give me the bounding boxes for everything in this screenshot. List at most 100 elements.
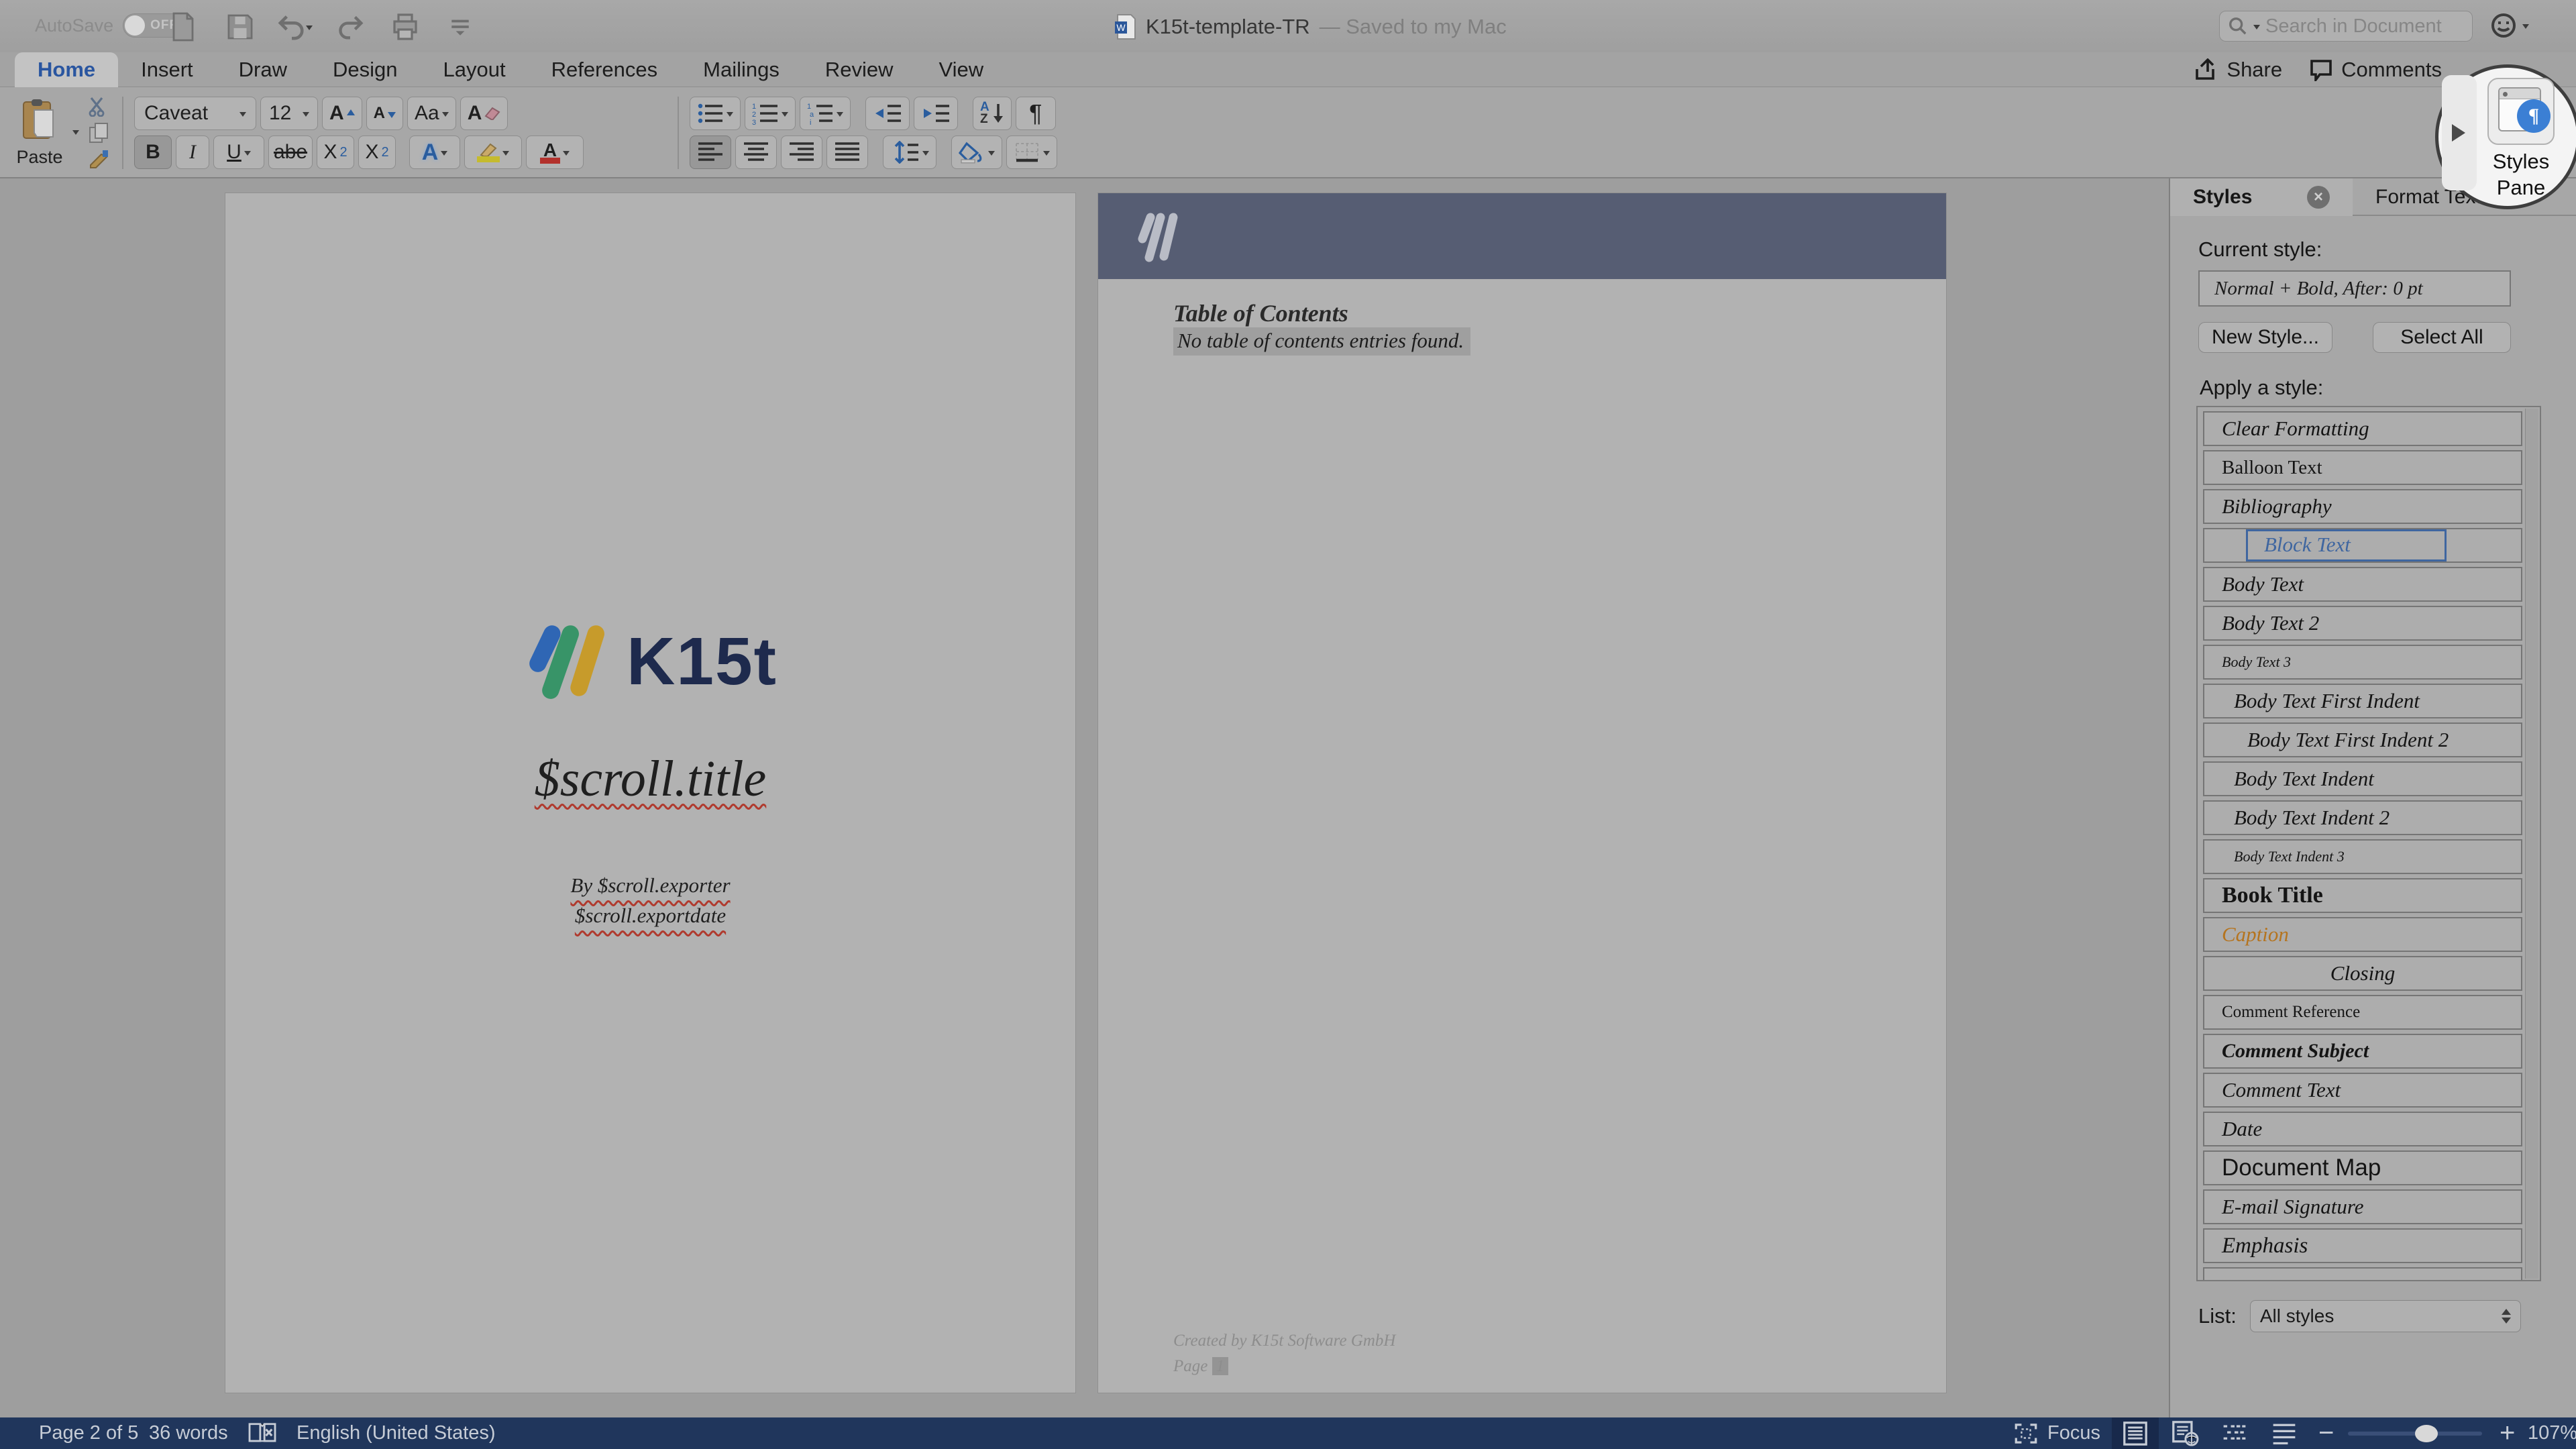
style-list-item[interactable]: Block Text: [2203, 528, 2522, 563]
paste-button[interactable]: Paste: [11, 95, 68, 170]
line-spacing-button[interactable]: [883, 136, 936, 169]
font-size-select[interactable]: 12: [260, 97, 318, 130]
highlight-button[interactable]: [464, 136, 522, 169]
superscript-button[interactable]: X2: [358, 136, 396, 169]
borders-button[interactable]: [1006, 136, 1057, 169]
undo-icon[interactable]: [278, 11, 313, 43]
bullets-button[interactable]: [690, 97, 741, 130]
style-list-item[interactable]: Book Title: [2203, 878, 2522, 913]
text-effects-button[interactable]: A: [409, 136, 460, 169]
copy-icon[interactable]: [89, 122, 109, 144]
bold-button[interactable]: B: [134, 136, 172, 169]
shading-button[interactable]: [951, 136, 1002, 169]
style-list-item[interactable]: E-mail Signature: [2203, 1189, 2522, 1224]
styles-pane-button[interactable]: ¶: [2487, 78, 2555, 145]
multilevel-list-button[interactable]: 1ai: [800, 97, 851, 130]
ribbon-tab[interactable]: Review: [802, 52, 916, 87]
zoom-level[interactable]: 107%: [2528, 1417, 2576, 1449]
search-input[interactable]: Search in Document: [2219, 11, 2473, 42]
subscript-button[interactable]: X2: [317, 136, 354, 169]
clear-formatting-button[interactable]: A: [460, 97, 508, 130]
italic-button[interactable]: I: [176, 136, 209, 169]
proofing-status-icon[interactable]: [247, 1417, 278, 1449]
align-left-button[interactable]: [690, 136, 731, 169]
zoom-slider[interactable]: [2348, 1432, 2482, 1436]
ribbon-tab[interactable]: Layout: [421, 52, 529, 87]
redo-icon[interactable]: [333, 11, 368, 43]
document-canvas[interactable]: K15t $scroll.title By $scroll.exporter $…: [0, 178, 2169, 1417]
change-case-button[interactable]: Aa: [407, 97, 456, 130]
select-all-button[interactable]: Select All: [2373, 322, 2511, 353]
document-page-2[interactable]: Table of Contents No table of contents e…: [1097, 193, 1947, 1393]
share-button[interactable]: Share: [2194, 58, 2282, 82]
zoom-in-button[interactable]: +: [2500, 1417, 2515, 1449]
print-layout-view-button[interactable]: [2112, 1417, 2159, 1449]
toc-empty-message[interactable]: No table of contents entries found.: [1173, 327, 1470, 356]
word-count[interactable]: 36 words: [149, 1417, 228, 1449]
style-list-item[interactable]: Comment Reference: [2203, 995, 2522, 1030]
style-list-item[interactable]: Bibliography: [2203, 489, 2522, 524]
style-list-item[interactable]: Body Text 3: [2203, 645, 2522, 680]
align-right-button[interactable]: [781, 136, 822, 169]
increase-indent-button[interactable]: [914, 97, 958, 130]
page-count[interactable]: Page 2 of 5: [39, 1417, 138, 1449]
zoom-out-button[interactable]: −: [2318, 1417, 2334, 1449]
web-layout-view-button[interactable]: [2161, 1417, 2208, 1449]
page2-footer[interactable]: Created by K15t Software GmbH Page 1: [1173, 1328, 1395, 1379]
undo-dropdown-icon[interactable]: [306, 25, 313, 34]
style-list-item[interactable]: Body Text First Indent: [2203, 684, 2522, 718]
style-list-item[interactable]: Emphasis: [2203, 1228, 2522, 1263]
style-list-item[interactable]: Comment Text: [2203, 1073, 2522, 1108]
new-document-icon[interactable]: [168, 11, 203, 43]
save-icon[interactable]: [223, 11, 258, 43]
style-list-item[interactable]: Balloon Text: [2203, 450, 2522, 485]
align-center-button[interactable]: [735, 136, 777, 169]
style-list-item[interactable]: Clear Formatting: [2203, 411, 2522, 446]
draft-view-button[interactable]: [2261, 1417, 2308, 1449]
panel-close-icon[interactable]: ×: [2307, 186, 2330, 209]
decrease-indent-button[interactable]: [865, 97, 910, 130]
list-filter-select[interactable]: All styles: [2250, 1300, 2521, 1332]
style-list-item[interactable]: [2203, 1267, 2522, 1281]
style-list-item[interactable]: Body Text Indent: [2203, 761, 2522, 796]
font-name-select[interactable]: Caveat: [134, 97, 256, 130]
search-scope-icon[interactable]: [2253, 25, 2260, 33]
language-status[interactable]: English (United States): [297, 1417, 496, 1449]
sort-button[interactable]: AZ: [973, 97, 1012, 130]
ribbon-tab[interactable]: View: [916, 52, 1007, 87]
grow-font-button[interactable]: A: [322, 97, 362, 130]
style-list-item[interactable]: Date: [2203, 1112, 2522, 1146]
style-list-item[interactable]: Caption: [2203, 917, 2522, 952]
document-byline[interactable]: By $scroll.exporter $scroll.exportdate: [225, 871, 1075, 931]
strikethrough-button[interactable]: abe: [268, 136, 313, 169]
style-list-item[interactable]: Document Map: [2203, 1150, 2522, 1185]
format-painter-icon[interactable]: [88, 149, 109, 169]
font-color-button[interactable]: A: [526, 136, 584, 169]
cut-icon[interactable]: [87, 97, 110, 117]
style-list-scrollbar[interactable]: [2525, 409, 2538, 1279]
feedback-button[interactable]: [2490, 12, 2529, 39]
style-list-item[interactable]: Body Text: [2203, 567, 2522, 602]
ribbon-tab[interactable]: References: [529, 52, 681, 87]
underline-button[interactable]: U: [213, 136, 264, 169]
paste-dropdown-icon[interactable]: [72, 130, 79, 138]
focus-button[interactable]: Focus: [2012, 1417, 2100, 1449]
document-title-placeholder[interactable]: $scroll.title: [225, 750, 1075, 808]
panel-tab-styles[interactable]: Styles ×: [2170, 178, 2353, 216]
ribbon-tab[interactable]: Draw: [216, 52, 310, 87]
show-marks-button[interactable]: ¶: [1016, 97, 1056, 130]
outline-view-button[interactable]: [2211, 1417, 2258, 1449]
ribbon-tab[interactable]: Design: [310, 52, 421, 87]
zoom-slider-thumb[interactable]: [2415, 1425, 2438, 1442]
toc-heading[interactable]: Table of Contents: [1173, 299, 1348, 327]
style-list-item[interactable]: Body Text Indent 3: [2203, 839, 2522, 874]
style-list-item[interactable]: Body Text 2: [2203, 606, 2522, 641]
document-page-1[interactable]: K15t $scroll.title By $scroll.exporter $…: [225, 193, 1076, 1393]
shrink-font-button[interactable]: A: [366, 97, 403, 130]
ribbon-tab[interactable]: Mailings: [680, 52, 802, 87]
new-style-button[interactable]: New Style...: [2198, 322, 2332, 353]
style-list-item[interactable]: Body Text Indent 2: [2203, 800, 2522, 835]
justify-button[interactable]: [826, 136, 868, 169]
comments-button[interactable]: Comments: [2309, 58, 2442, 82]
style-list-item[interactable]: Comment Subject: [2203, 1034, 2522, 1069]
